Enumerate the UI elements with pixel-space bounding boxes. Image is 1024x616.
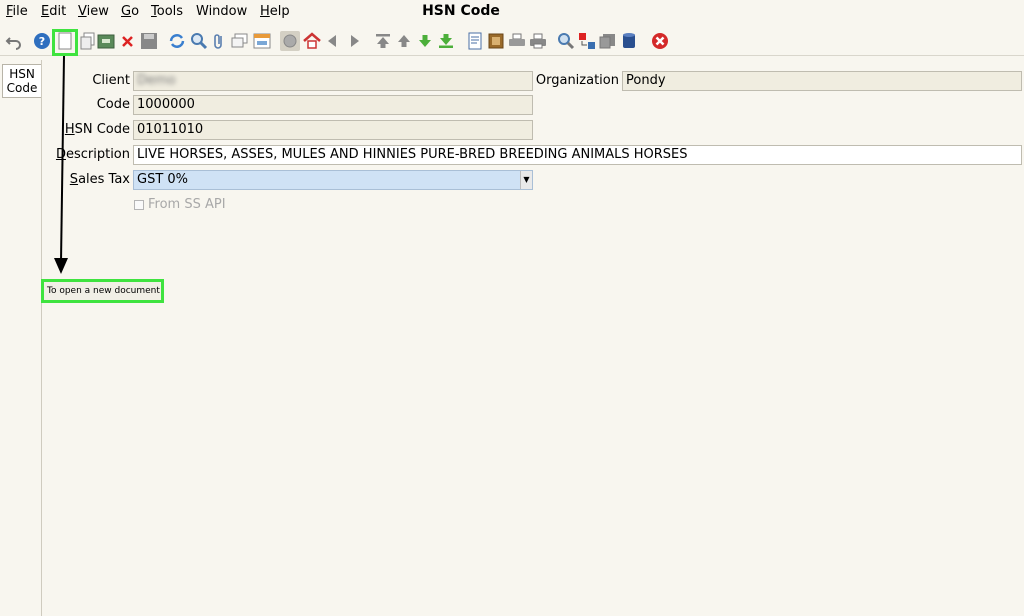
code-label: Code bbox=[96, 97, 130, 112]
toolbar: ? bbox=[0, 26, 1024, 56]
description-value: LIVE HORSES, ASSES, MULES AND HINNIES PU… bbox=[137, 147, 688, 162]
help-icon[interactable]: ? bbox=[33, 32, 51, 50]
print-preview-icon[interactable] bbox=[508, 32, 526, 50]
annotation-tooltip: To open a new document bbox=[41, 279, 164, 303]
sales-tax-select[interactable]: GST 0% ▼ bbox=[133, 170, 533, 190]
svg-text:?: ? bbox=[39, 35, 45, 48]
product-info-icon[interactable] bbox=[620, 32, 638, 50]
chat-icon[interactable] bbox=[231, 32, 249, 50]
find-icon[interactable] bbox=[190, 32, 208, 50]
first-record-icon[interactable] bbox=[374, 32, 392, 50]
history-icon[interactable] bbox=[253, 32, 271, 50]
chevron-down-icon[interactable]: ▼ bbox=[520, 171, 532, 189]
menu-view[interactable]: View bbox=[78, 4, 109, 20]
client-value: Demo bbox=[137, 73, 176, 88]
code-field[interactable]: 1000000 bbox=[133, 95, 533, 115]
checkbox-icon bbox=[134, 199, 144, 210]
hsn-code-value: 01011010 bbox=[137, 122, 204, 137]
from-ss-api-checkbox[interactable]: From SS API bbox=[134, 197, 226, 212]
hsn-code-field[interactable]: 01011010 bbox=[133, 120, 533, 140]
annotation-arrow bbox=[54, 55, 68, 274]
menu-bar: File Edit View Go Tools Window Help HSN … bbox=[0, 0, 1024, 24]
menu-window[interactable]: Window bbox=[196, 4, 247, 20]
organization-value: Pondy bbox=[626, 73, 666, 88]
zoom-across-icon[interactable] bbox=[557, 32, 575, 50]
archive-icon[interactable] bbox=[97, 32, 115, 50]
organization-field[interactable]: Pondy bbox=[622, 71, 1022, 91]
description-label: Description bbox=[55, 147, 130, 162]
menu-go[interactable]: Go bbox=[121, 4, 139, 20]
previous-icon[interactable] bbox=[324, 32, 342, 50]
previous-record-icon[interactable] bbox=[395, 32, 413, 50]
new-record-highlight bbox=[52, 29, 78, 56]
client-field[interactable]: Demo bbox=[133, 71, 533, 91]
hsn-code-label: HSN Code bbox=[64, 122, 130, 137]
menu-edit[interactable]: Edit bbox=[41, 4, 66, 20]
copy-record-icon[interactable] bbox=[79, 32, 97, 50]
last-record-icon[interactable] bbox=[437, 32, 455, 50]
organization-label: Organization bbox=[535, 73, 619, 88]
next-icon[interactable] bbox=[345, 32, 363, 50]
from-ss-api-label: From SS API bbox=[148, 197, 226, 212]
refresh-icon[interactable] bbox=[168, 32, 186, 50]
menu-file[interactable]: File bbox=[6, 4, 28, 20]
client-label: Client bbox=[92, 73, 130, 88]
sales-tax-label: Sales Tax bbox=[69, 172, 130, 187]
request-icon[interactable] bbox=[599, 32, 617, 50]
tab-strip: HSN Code bbox=[0, 60, 42, 616]
code-value: 1000000 bbox=[137, 97, 195, 112]
workflow-icon[interactable] bbox=[578, 32, 596, 50]
save-icon[interactable] bbox=[140, 32, 158, 50]
home-icon[interactable] bbox=[303, 32, 321, 50]
print-icon[interactable] bbox=[529, 32, 547, 50]
next-record-icon[interactable] bbox=[416, 32, 434, 50]
attachment-icon[interactable] bbox=[210, 32, 228, 50]
undo-icon[interactable] bbox=[5, 32, 23, 50]
close-window-icon[interactable] bbox=[651, 32, 669, 50]
report-icon[interactable] bbox=[466, 32, 484, 50]
sales-tax-value: GST 0% bbox=[137, 172, 189, 187]
menu-tools[interactable]: Tools bbox=[151, 4, 183, 20]
description-field[interactable]: LIVE HORSES, ASSES, MULES AND HINNIES PU… bbox=[133, 145, 1022, 165]
archived-docs-icon[interactable] bbox=[487, 32, 505, 50]
grid-toggle-icon[interactable] bbox=[280, 31, 300, 51]
menu-help[interactable]: Help bbox=[260, 4, 290, 20]
delete-icon[interactable] bbox=[119, 32, 137, 50]
